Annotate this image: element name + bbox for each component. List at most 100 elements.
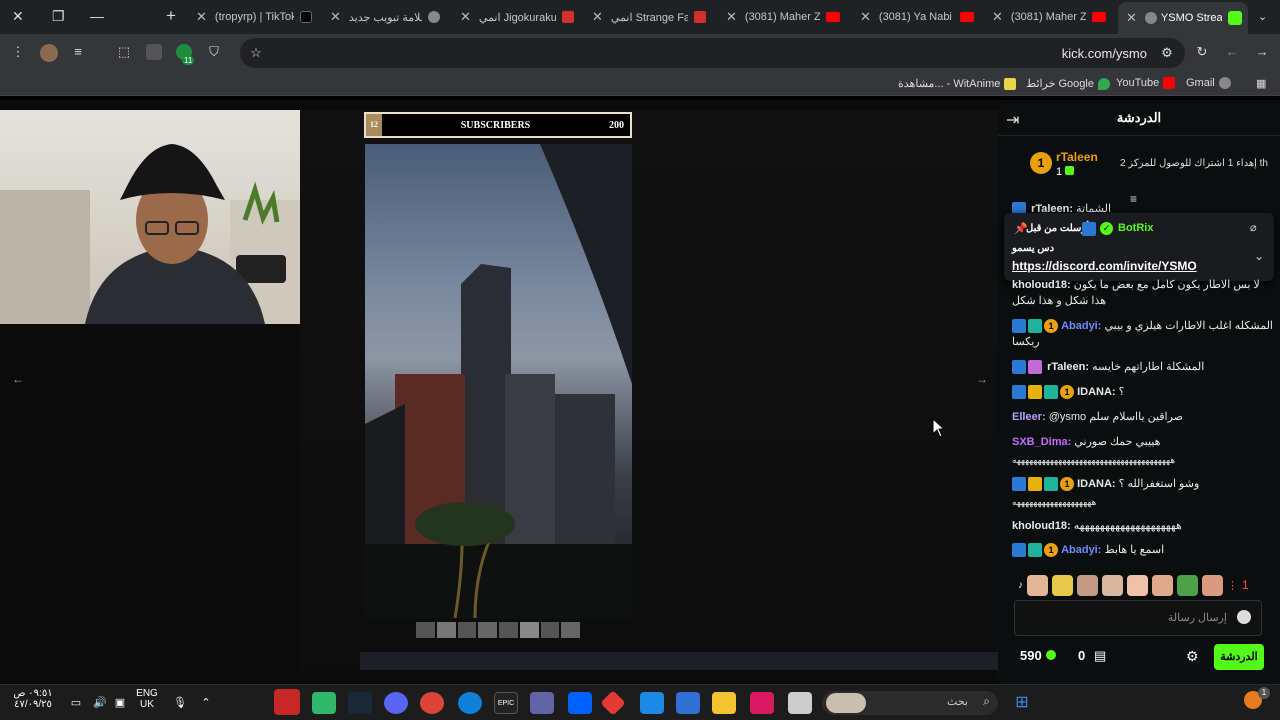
extension-list-icon[interactable]: ≡ bbox=[70, 44, 86, 60]
pinned-link[interactable]: https://discord.com/invite/YSMO bbox=[1012, 259, 1197, 273]
emote[interactable] bbox=[1152, 574, 1173, 596]
unpin-icon[interactable]: ⌀ bbox=[1250, 221, 1257, 234]
reload-icon[interactable]: ↻ bbox=[1194, 44, 1210, 60]
tab-tiktok[interactable]: ✕ (tropyrp) | TikTok bbox=[188, 4, 318, 30]
chat-username[interactable]: Abadyi: bbox=[1061, 320, 1101, 332]
settings-gear-icon[interactable]: ⚙ bbox=[1186, 648, 1199, 665]
copilot-icon[interactable] bbox=[750, 692, 774, 714]
bookmark-witanime[interactable]: مشاهدة... - WitAnime bbox=[898, 77, 1017, 90]
close-tab-icon[interactable]: ✕ bbox=[196, 9, 207, 25]
chevron-down-icon[interactable]: ⌄ bbox=[1254, 249, 1264, 263]
teams-icon[interactable] bbox=[530, 692, 554, 714]
app-icon[interactable] bbox=[600, 690, 626, 716]
emote[interactable] bbox=[1077, 574, 1098, 596]
language-indicator[interactable]: ENG UK bbox=[134, 688, 160, 710]
battery-icon[interactable]: ▭ bbox=[64, 692, 88, 714]
app-icon[interactable] bbox=[274, 689, 300, 715]
taskbar-search[interactable]: بحث ⌕ bbox=[822, 691, 998, 715]
restore-window-icon[interactable]: ❐ bbox=[52, 8, 65, 25]
emote[interactable] bbox=[1177, 574, 1198, 596]
emote[interactable] bbox=[1102, 574, 1123, 596]
microphone-icon[interactable]: 🎙 bbox=[168, 692, 192, 714]
bookmark-youtube[interactable]: YouTube bbox=[1116, 77, 1176, 89]
close-tab-icon[interactable]: ✕ bbox=[330, 9, 341, 25]
extension-icon[interactable] bbox=[146, 44, 162, 60]
thumbnail[interactable] bbox=[478, 622, 497, 638]
chat-username[interactable]: kholoud18: bbox=[1012, 279, 1071, 291]
task-view-icon[interactable] bbox=[788, 692, 812, 714]
clock[interactable]: ٠٩:٥١ ص ٤٧/٠٩/٢٥ bbox=[10, 688, 56, 710]
bookmark-star-icon[interactable]: ☆ bbox=[248, 45, 264, 61]
back-icon[interactable]: → bbox=[1254, 44, 1270, 60]
show-hidden-icons-icon[interactable]: ⌃ bbox=[194, 692, 218, 714]
tab-ya-nabi[interactable]: ✕ (3081) Ya Nabi S bbox=[852, 4, 980, 30]
bookmark-gmail[interactable]: Gmail bbox=[1186, 77, 1231, 89]
chat-username[interactable]: rTaleen: bbox=[1047, 361, 1089, 373]
tab-jigokuraku[interactable]: ✕ انمي Jigokuraku bbox=[452, 4, 580, 30]
tab-maher-zain-2[interactable]: ✕ (3081) Maher Za bbox=[984, 4, 1112, 30]
chat-input[interactable]: إرسال رسالة bbox=[1014, 600, 1262, 636]
close-tab-icon[interactable]: ✕ bbox=[592, 9, 603, 25]
tab-maher-zain-1[interactable]: ✕ (3081) Maher Za bbox=[718, 4, 846, 30]
close-tab-icon[interactable]: ✕ bbox=[1126, 10, 1137, 26]
address-bar[interactable]: ☆ kick.com/ysmo ⚙ bbox=[240, 38, 1185, 68]
store-icon[interactable]: ▤ bbox=[1094, 648, 1106, 664]
chat-username[interactable]: IDANA: bbox=[1077, 478, 1116, 490]
chat-username[interactable]: SXB_Dima: bbox=[1012, 436, 1071, 448]
network-icon[interactable]: ▣ bbox=[108, 692, 132, 714]
dropbox-icon[interactable] bbox=[568, 692, 592, 714]
emote[interactable] bbox=[1127, 574, 1148, 596]
app-icon[interactable] bbox=[312, 692, 336, 714]
discord-icon[interactable] bbox=[384, 692, 408, 714]
thumbnail[interactable] bbox=[540, 622, 560, 638]
bookmark-maps[interactable]: خرائط Google bbox=[1026, 77, 1110, 90]
emote[interactable] bbox=[1052, 574, 1073, 596]
close-tab-icon[interactable]: ✕ bbox=[460, 9, 471, 25]
epic-games-icon[interactable]: EPIC bbox=[494, 692, 518, 714]
close-tab-icon[interactable]: ✕ bbox=[992, 9, 1003, 25]
chat-username[interactable]: IDANA: bbox=[1077, 386, 1116, 398]
menu-kebab-icon[interactable]: ⋮ bbox=[10, 44, 26, 60]
outlook-icon[interactable] bbox=[640, 692, 664, 714]
all-bookmarks-icon[interactable]: ▦ bbox=[1256, 77, 1266, 90]
emote[interactable] bbox=[1202, 574, 1223, 596]
steam-icon[interactable] bbox=[348, 692, 372, 714]
emote-more-icon[interactable]: ⋮ bbox=[1227, 579, 1238, 592]
new-tab-icon[interactable]: + bbox=[166, 6, 176, 26]
thumbnail[interactable] bbox=[519, 622, 539, 638]
file-explorer-icon[interactable] bbox=[712, 692, 736, 714]
minimize-window-icon[interactable]: — bbox=[90, 8, 104, 24]
chat-username[interactable]: Abadyi: bbox=[1061, 544, 1101, 556]
store-icon[interactable] bbox=[676, 692, 700, 714]
tab-new-tab[interactable]: ✕ علامة تبويب جديد bbox=[322, 4, 446, 30]
edge-icon[interactable] bbox=[458, 692, 482, 714]
chat-username[interactable]: kholoud18: bbox=[1012, 520, 1071, 532]
next-arrow-icon[interactable]: → bbox=[974, 372, 990, 388]
chrome-icon[interactable] bbox=[420, 692, 444, 714]
thumbnail[interactable] bbox=[561, 622, 580, 638]
tab-ysmo-stream-active[interactable]: ✕ YSMO Stream bbox=[1118, 2, 1248, 34]
pinned-user[interactable]: BotRix bbox=[1118, 222, 1153, 234]
extensions-puzzle-icon[interactable]: ⬚ bbox=[116, 44, 132, 60]
thumbnail[interactable] bbox=[499, 622, 518, 638]
thumbnail[interactable] bbox=[457, 622, 477, 638]
thumbnail[interactable] bbox=[416, 622, 435, 638]
close-tab-icon[interactable]: ✕ bbox=[860, 9, 871, 25]
tab-search-icon[interactable]: ⌄ bbox=[1258, 10, 1267, 23]
extension-avatar-icon[interactable] bbox=[40, 44, 58, 62]
send-chat-button[interactable]: الدردشة bbox=[1214, 644, 1264, 670]
emoji-picker-icon[interactable] bbox=[1237, 610, 1251, 624]
thumbnail[interactable] bbox=[436, 622, 456, 638]
shield-icon[interactable]: ⛉ bbox=[206, 44, 222, 60]
close-tab-icon[interactable]: ✕ bbox=[726, 9, 737, 25]
points-count[interactable]: 590 bbox=[1020, 648, 1042, 663]
site-settings-icon[interactable]: ⚙ bbox=[1159, 45, 1175, 61]
prev-arrow-icon[interactable]: ← bbox=[10, 372, 26, 388]
emote[interactable]: ♪ bbox=[1018, 580, 1023, 591]
close-window-icon[interactable]: ✕ bbox=[12, 8, 24, 25]
chat-username[interactable]: Elleer: bbox=[1012, 411, 1046, 423]
windows-start-icon[interactable]: ⊞ bbox=[1010, 692, 1034, 714]
tab-strange-fake[interactable]: ✕ انمي Strange Fake bbox=[584, 4, 712, 30]
emote[interactable] bbox=[1027, 574, 1048, 596]
forward-icon[interactable]: ← bbox=[1224, 44, 1240, 60]
